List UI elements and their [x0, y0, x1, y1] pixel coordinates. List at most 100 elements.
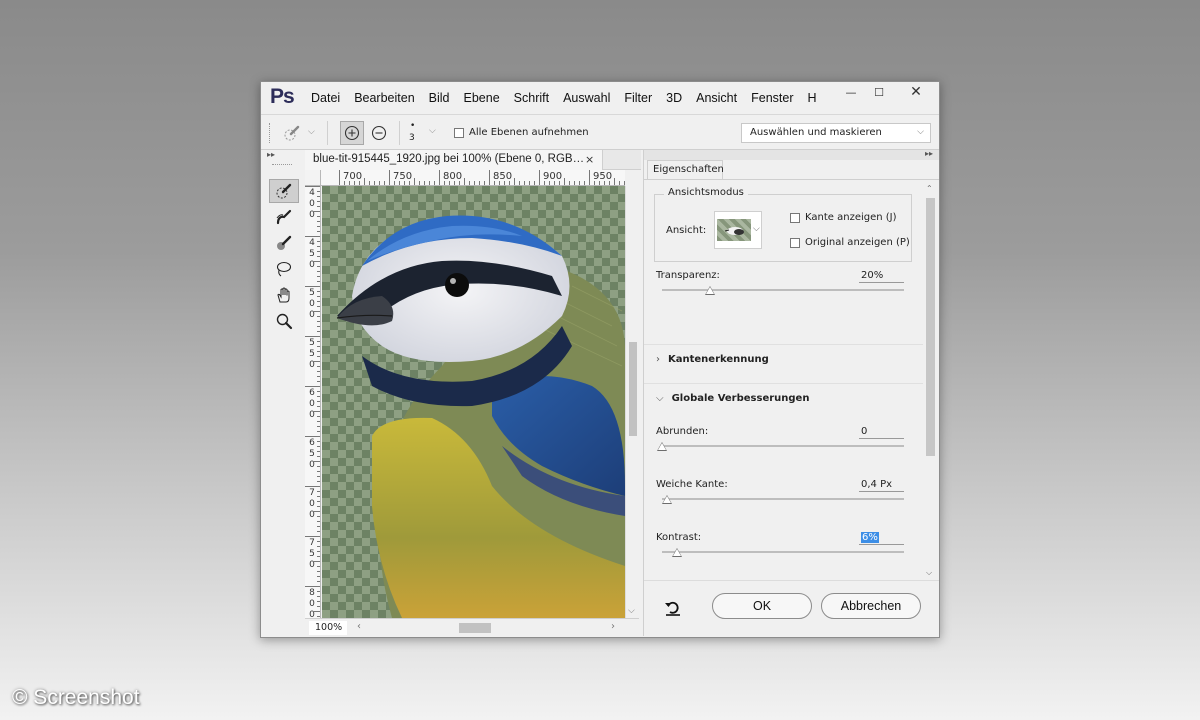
feather-value: 0,4 Px	[861, 479, 893, 490]
scrollbar-thumb[interactable]	[629, 342, 637, 436]
smooth-value-field[interactable]: 0	[859, 426, 904, 439]
image-canvas[interactable]	[322, 186, 625, 618]
ruler-tick	[317, 331, 320, 332]
tab-eigenschaften[interactable]: Eigenschaften	[647, 160, 724, 180]
menu-auswahl[interactable]: Auswahl	[563, 91, 610, 105]
smooth-slider-thumb[interactable]	[657, 442, 667, 451]
properties-scrollbar-thumb[interactable]	[926, 198, 935, 456]
edge-detection-section[interactable]: › Kantenerkennung	[656, 354, 769, 365]
photoshop-window: Ps Datei Bearbeiten Bild Ebene Schrift A…	[260, 81, 940, 638]
smooth-value: 0	[861, 426, 868, 437]
subtract-from-selection-button[interactable]	[367, 121, 391, 145]
menu-3d[interactable]: 3D	[666, 91, 682, 105]
feather-value-field[interactable]: 0,4 Px	[859, 479, 904, 492]
ruler-tick	[594, 181, 595, 185]
cancel-button[interactable]: Abbrechen	[821, 593, 921, 619]
add-to-selection-button[interactable]	[340, 121, 364, 145]
ruler-tick	[317, 456, 320, 457]
scroll-down-icon[interactable]: ⌵	[628, 606, 635, 616]
horizontal-ruler[interactable]: 700 750 800 850 900 950	[321, 170, 625, 186]
scroll-up-icon[interactable]: ⌃	[926, 184, 933, 193]
ruler-tick	[624, 181, 625, 185]
menu-ebene[interactable]: Ebene	[464, 91, 500, 105]
scroll-down-icon[interactable]: ⌵	[926, 568, 932, 578]
properties-scrollbar[interactable]: ⌃ ⌵	[923, 180, 937, 580]
tool-preset-chevron-down-icon[interactable]: ⌵	[308, 127, 315, 137]
brush-tool[interactable]	[269, 231, 299, 255]
ruler-tick	[554, 181, 555, 185]
maximize-button[interactable]: ☐	[865, 82, 893, 102]
ruler-tick	[469, 181, 470, 185]
contrast-slider-thumb[interactable]	[671, 548, 682, 557]
ruler-tick	[464, 178, 465, 185]
ruler-tick	[369, 181, 370, 185]
tool-preset-picker[interactable]	[281, 123, 303, 143]
ruler-tick	[317, 196, 320, 197]
tools-grip[interactable]	[272, 164, 292, 166]
show-edge-checkbox[interactable]: Kante anzeigen (J)	[790, 212, 897, 223]
document-close-icon[interactable]: ×	[585, 153, 594, 166]
menu-datei[interactable]: Datei	[311, 91, 340, 105]
feather-slider-track[interactable]	[662, 498, 904, 500]
menu-bild[interactable]: Bild	[429, 91, 450, 105]
maximize-icon: ☐	[874, 85, 884, 99]
reset-button[interactable]	[662, 597, 684, 619]
checkbox-box[interactable]	[454, 127, 464, 138]
transparency-slider-track[interactable]	[662, 289, 904, 291]
menu-filter[interactable]: Filter	[624, 91, 652, 105]
close-window-button[interactable]: ✕	[893, 82, 939, 102]
ruler-tick	[317, 246, 320, 247]
tools-collapse-button[interactable]: ▸▸	[264, 150, 301, 160]
quick-selection-tool[interactable]	[269, 179, 299, 203]
scroll-left-icon[interactable]: ‹	[357, 621, 361, 632]
zoom-tool[interactable]	[269, 309, 299, 333]
contrast-value-field[interactable]: 6%	[859, 532, 904, 545]
horizontal-scrollbar-thumb[interactable]	[459, 623, 491, 633]
ruler-tick	[359, 181, 360, 185]
menu-hilfe[interactable]: H	[808, 91, 817, 105]
checkbox-box[interactable]	[790, 237, 800, 248]
zoom-level-field[interactable]: 100%	[309, 621, 347, 635]
show-edge-label: Kante anzeigen (J)	[805, 212, 897, 223]
feather-slider-thumb[interactable]	[661, 495, 672, 504]
ruler-tick	[317, 256, 320, 257]
minimize-button[interactable]: —	[837, 82, 865, 102]
ruler-corner[interactable]	[305, 170, 321, 186]
ruler-tick	[317, 391, 320, 392]
refine-edge-brush-tool[interactable]	[269, 205, 299, 229]
brush-size-picker[interactable]: • 3 ⌵	[403, 119, 443, 147]
properties-collapse-icon[interactable]: ▸▸	[925, 149, 933, 158]
sample-all-layers-label: Alle Ebenen aufnehmen	[469, 127, 589, 138]
ruler-tick	[394, 181, 395, 185]
menu-bearbeiten[interactable]: Bearbeiten	[354, 91, 414, 105]
transparency-value-field[interactable]: 20%	[859, 270, 904, 283]
smooth-slider-track[interactable]	[662, 445, 904, 447]
menu-ansicht[interactable]: Ansicht	[696, 91, 737, 105]
ruler-tick	[317, 441, 320, 442]
document-tab[interactable]: blue-tit-915445_1920.jpg bei 100% (Ebene…	[305, 150, 603, 170]
hand-tool[interactable]	[269, 283, 299, 307]
vertical-ruler[interactable]: 400450500550600650700750800	[305, 186, 321, 618]
sample-all-layers-checkbox[interactable]: Alle Ebenen aufnehmen	[454, 127, 589, 138]
options-bar-grip[interactable]	[269, 123, 271, 143]
scroll-right-icon[interactable]: ›	[611, 621, 615, 632]
lasso-tool[interactable]	[269, 257, 299, 281]
quick-selection-icon	[276, 183, 292, 199]
transparency-slider-thumb[interactable]	[705, 286, 716, 295]
show-original-checkbox[interactable]: Original anzeigen (P)	[790, 237, 910, 248]
menu-schrift[interactable]: Schrift	[514, 91, 549, 105]
ruler-digit: 6	[309, 388, 315, 398]
ok-button[interactable]: OK	[712, 593, 812, 619]
ruler-tick	[317, 446, 320, 447]
contrast-slider-track[interactable]	[662, 551, 904, 553]
ruler-tick	[314, 211, 320, 212]
view-label: Ansicht:	[666, 225, 707, 236]
transparency-value: 20%	[861, 270, 884, 281]
global-refinements-section[interactable]: ⌵ Globale Verbesserungen	[656, 393, 809, 404]
canvas-vertical-scrollbar[interactable]: ⌵	[625, 186, 639, 618]
menu-fenster[interactable]: Fenster	[751, 91, 793, 105]
view-mode-picker[interactable]: ⌵	[714, 211, 762, 249]
workspace-select[interactable]: Auswählen und maskieren ⌵	[741, 123, 931, 143]
ruler-tick	[429, 181, 430, 185]
checkbox-box[interactable]	[790, 212, 800, 223]
